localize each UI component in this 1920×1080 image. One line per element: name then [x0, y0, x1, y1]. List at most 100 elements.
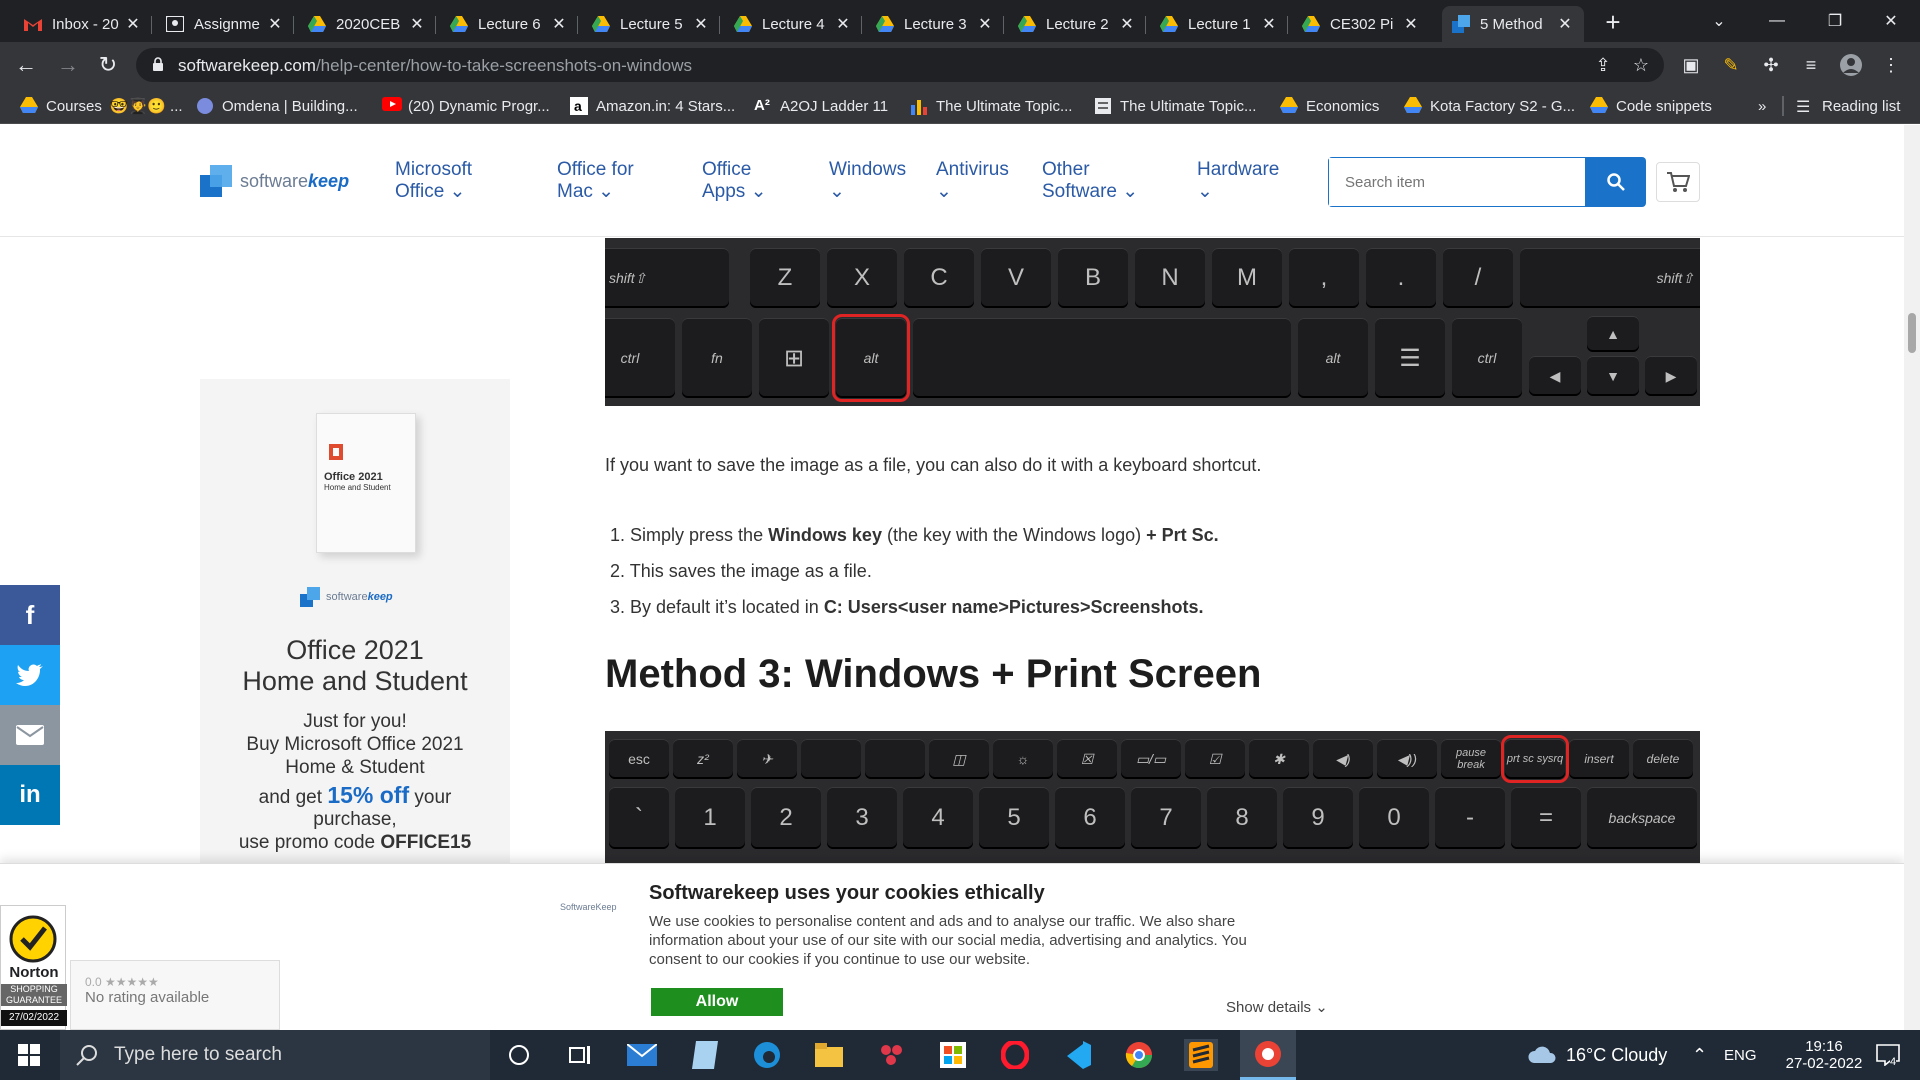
key [865, 739, 925, 779]
browser-tab[interactable]: Lecture 4 ✕ [724, 6, 862, 42]
file-explorer-icon[interactable] [812, 1039, 846, 1071]
browser-tab[interactable]: Lecture 5 ✕ [582, 6, 720, 42]
close-tab-icon[interactable]: ✕ [1402, 14, 1420, 34]
show-details-button[interactable]: Show details ⌄ [1226, 998, 1328, 1016]
reload-button[interactable]: ↻ [94, 51, 122, 79]
close-tab-icon[interactable]: ✕ [976, 14, 994, 34]
language-indicator[interactable]: ENG [1724, 1030, 1757, 1080]
browser-tab[interactable]: Lecture 3 ✕ [866, 6, 1004, 42]
notepad-app-icon[interactable] [688, 1039, 722, 1071]
browser-tab[interactable]: Lecture 1 ✕ [1150, 6, 1288, 42]
bookmark-item[interactable]: The Ultimate Topic... [1094, 96, 1256, 116]
chrome-profile-app-icon[interactable] [1240, 1030, 1296, 1080]
opera-app-icon[interactable] [998, 1039, 1032, 1071]
new-tab-button[interactable]: + [1598, 8, 1628, 38]
bookmark-item[interactable]: The Ultimate Topic... [910, 96, 1072, 116]
mail-app-icon[interactable] [625, 1039, 659, 1071]
close-tab-icon[interactable]: ✕ [692, 14, 710, 34]
search-input[interactable] [1329, 158, 1585, 206]
bookmark-item[interactable]: Courses 🤓🧑‍🎓🙂 ... [20, 96, 183, 116]
share-icon[interactable]: ⇪ [1592, 54, 1614, 76]
key: insert [1569, 739, 1629, 779]
extensions-puzzle-icon[interactable]: ✣ [1760, 54, 1782, 76]
close-tab-icon[interactable]: ✕ [1260, 14, 1278, 34]
nav-other-software[interactable]: Other Software ⌄ [1042, 159, 1138, 203]
extension-icon[interactable]: ▣ [1680, 54, 1702, 76]
linkedin-share-button[interactable]: in [0, 765, 60, 825]
extension-pen-icon[interactable]: ✎ [1720, 54, 1742, 76]
clock[interactable]: 19:16 27-02-2022 [1770, 1030, 1878, 1080]
bookmark-item[interactable]: Kota Factory S2 - G... [1404, 96, 1575, 116]
nav-microsoft-office[interactable]: Microsoft Office ⌄ [395, 159, 472, 203]
notification-center[interactable]: 4 [1876, 1030, 1900, 1080]
back-button[interactable]: ← [12, 51, 40, 79]
close-window-button[interactable]: ✕ [1862, 0, 1920, 42]
bookmark-item[interactable]: Economics [1280, 96, 1379, 116]
ad-text: Home & Student [285, 757, 425, 778]
nav-office-for-mac[interactable]: Office for Mac ⌄ [557, 159, 634, 203]
browser-tab[interactable]: CE302 Pi ✕ [1292, 6, 1430, 42]
close-tab-icon[interactable]: ✕ [834, 14, 852, 34]
bookmark-item[interactable]: Omdena | Building... [196, 96, 358, 116]
search-button[interactable] [1586, 157, 1646, 207]
address-bar[interactable]: softwarekeep.com/help-center/how-to-take… [136, 48, 1664, 82]
norton-badge[interactable]: Norton SHOPPING GUARANTEE 27/02/2022 [0, 905, 67, 1030]
weather-widget[interactable]: 16°C Cloudy [1528, 1030, 1667, 1080]
sublime-app-icon[interactable] [1184, 1039, 1218, 1071]
browser-tab[interactable]: Lecture 2 ✕ [1008, 6, 1146, 42]
close-tab-icon[interactable]: ✕ [1118, 14, 1136, 34]
app-red-icon[interactable] [874, 1039, 908, 1071]
rating-widget[interactable]: 0.0 ★★★★★ No rating available [70, 960, 280, 1030]
minimize-button[interactable]: — [1748, 0, 1806, 42]
profile-avatar[interactable] [1840, 54, 1862, 76]
browser-tab[interactable]: 2020CEB ✕ [298, 6, 436, 42]
forward-button[interactable]: → [54, 51, 82, 79]
store-app-icon[interactable] [936, 1039, 970, 1071]
twitter-share-button[interactable] [0, 645, 60, 705]
softwarekeep-logo[interactable]: softwarekeep [200, 165, 349, 197]
chrome-app-icon[interactable] [1122, 1039, 1156, 1071]
taskbar-search[interactable]: Type here to search [60, 1030, 490, 1080]
tab-search-icon[interactable]: ⌄ [1690, 0, 1748, 42]
bookmark-star-icon[interactable]: ☆ [1630, 54, 1652, 76]
email-share-button[interactable] [0, 705, 60, 765]
bookmark-item[interactable]: a Amazon.in: 4 Stars... [570, 96, 735, 116]
ad-text: purchase, [313, 809, 397, 830]
close-tab-icon[interactable]: ✕ [124, 14, 142, 34]
cortana-icon[interactable] [502, 1039, 536, 1071]
facebook-share-button[interactable]: f [0, 585, 60, 645]
nav-office-apps[interactable]: Office Apps ⌄ [702, 159, 767, 203]
browser-tab[interactable]: Lecture 6 ✕ [440, 6, 578, 42]
twitter-icon [16, 664, 43, 686]
key: 3 [827, 787, 897, 849]
task-view-icon[interactable] [563, 1039, 597, 1071]
bookmark-item[interactable]: Code snippets [1590, 96, 1712, 116]
start-button[interactable] [12, 1039, 46, 1071]
scrollbar-thumb[interactable] [1908, 313, 1916, 353]
nav-antivirus[interactable]: Antivirus ⌄ [936, 159, 1009, 203]
close-tab-icon[interactable]: ✕ [1556, 14, 1574, 34]
bookmarks-overflow-button[interactable]: » [1758, 96, 1766, 116]
menu-kebab-icon[interactable]: ⋮ [1880, 54, 1902, 76]
bookmark-item[interactable]: (20) Dynamic Progr... [382, 96, 550, 116]
restore-button[interactable]: ❐ [1806, 0, 1864, 42]
close-tab-icon[interactable]: ✕ [266, 14, 284, 34]
nav-windows[interactable]: Windows ⌄ [829, 159, 906, 203]
nav-hardware[interactable]: Hardware ⌄ [1197, 159, 1279, 203]
page-scrollbar[interactable] [1904, 125, 1920, 1030]
allow-cookies-button[interactable]: Allow [651, 988, 783, 1016]
browser-tab[interactable]: Assignme ✕ [156, 6, 294, 42]
reading-list-button[interactable]: ☰ Reading list [1796, 96, 1900, 117]
bookmark-item[interactable]: A² A2OJ Ladder 11 [754, 96, 888, 116]
close-tab-icon[interactable]: ✕ [550, 14, 568, 34]
vscode-app-icon[interactable] [1060, 1039, 1094, 1071]
tray-overflow-icon[interactable]: ⌃ [1692, 1030, 1707, 1080]
search-field[interactable] [1328, 157, 1586, 207]
cart-button[interactable] [1656, 162, 1700, 202]
browser-tab[interactable]: Inbox - 20 ✕ [14, 6, 152, 42]
browser-tab-active[interactable]: 5 Method ✕ [1442, 6, 1584, 42]
close-tab-icon[interactable]: ✕ [408, 14, 426, 34]
drive-icon [1280, 97, 1298, 115]
edge-app-icon[interactable] [750, 1039, 784, 1071]
media-control-icon[interactable]: ≡ [1800, 54, 1822, 76]
